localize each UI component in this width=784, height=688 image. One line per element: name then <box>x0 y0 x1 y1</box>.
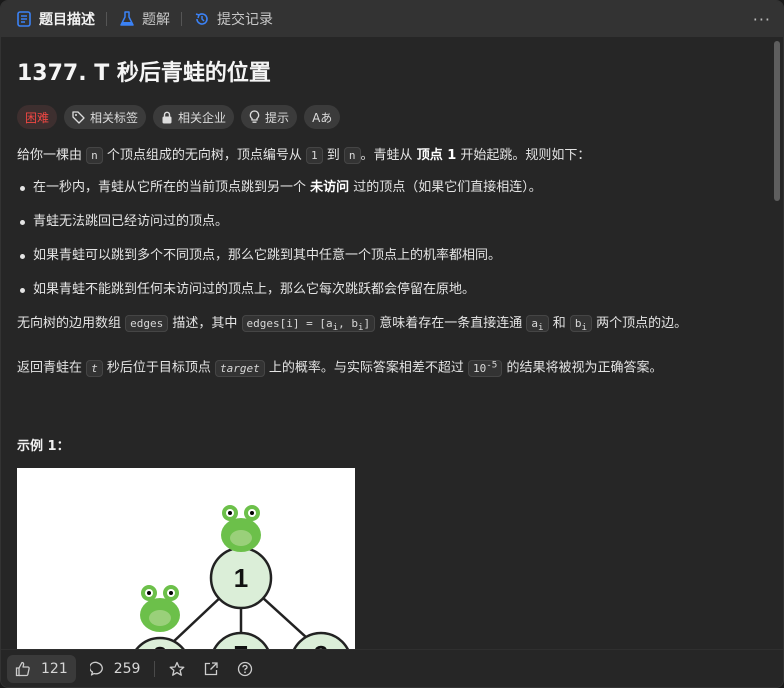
problem-content[interactable]: 1377. T 秒后青蛙的位置 困难 相关标签 相关企业 提示 Aあ 给你一棵由… <box>1 37 771 651</box>
desc-text: 个顶点组成的无向树，顶点编号从 <box>102 148 307 163</box>
rule-text: 在一秒内，青蛙从它所在的当前顶点跳到另一个 <box>33 180 311 195</box>
tab-submissions-label: 提交记录 <box>217 12 273 28</box>
share-icon[interactable] <box>203 661 219 677</box>
code-subscript: i <box>538 322 544 334</box>
desc-text: 秒后位于目标顶点 <box>102 360 216 376</box>
problem-panel: 题目描述 题解 提交记录 ··· 1377. T 秒后青蛙的位置 困难 相关标签… <box>0 0 784 688</box>
inline-code: n <box>86 147 103 164</box>
hint-button[interactable]: 提示 <box>241 105 298 129</box>
inline-code: target <box>215 359 265 377</box>
toolbar-divider <box>154 660 156 677</box>
example-title: 示例 1： <box>17 438 70 454</box>
frog-icon <box>221 504 261 552</box>
comment-icon <box>89 661 106 677</box>
desc-text: 。青蛙从 <box>360 148 417 163</box>
related-companies-label: 相关企业 <box>178 110 227 125</box>
thumbs-up-icon <box>15 661 31 677</box>
comment-count: 259 <box>113 660 141 677</box>
code-part: ] <box>363 317 371 330</box>
code-part: , b <box>338 317 359 330</box>
code-part: edges[i] = [a <box>246 317 333 330</box>
desc-text: 的结果将被视为正确答案。 <box>502 360 663 376</box>
desc-text: 返回青蛙在 <box>17 360 87 376</box>
lightbulb-icon <box>249 110 260 124</box>
code-italic: target <box>220 361 260 375</box>
desc-text: 上的概率。与实际答案相差不超过 <box>264 360 469 376</box>
description-paragraph-1: 给你一棵由 n 个顶点组成的无向树，顶点编号从 1 到 n 。青蛙从 顶点 1 开… <box>17 146 755 166</box>
rule-item: 青蛙无法跳回已经访问过的顶点。 <box>17 212 755 232</box>
star-icon[interactable] <box>169 661 185 677</box>
inline-code: edges[i] = [ai, bi] <box>241 315 376 333</box>
inline-code: edges <box>125 315 169 332</box>
desc-text: 和 <box>548 316 570 331</box>
desc-text: 意味着存在一条直接连通 <box>375 316 527 331</box>
example-tree-image: 1 2 7 3 <box>17 467 355 651</box>
rule-item: 在一秒内，青蛙从它所在的当前顶点跳到另一个 未访问 过的顶点（如果它们直接相连）… <box>17 178 755 198</box>
inline-code: n <box>343 147 361 164</box>
like-count: 121 <box>41 660 68 677</box>
help-icon[interactable] <box>237 661 253 677</box>
rule-text: 如果青蛙不能跳到任何未访问过的顶点上，那么它每次跳跃都会停留在原地。 <box>33 282 476 297</box>
problem-title: 1377. T 秒后青蛙的位置 <box>17 61 271 86</box>
rule-item: 如果青蛙可以跳到多个不同顶点，那么它跳到其中任意一个顶点上的机率都相同。 <box>17 246 755 266</box>
rule-text: 青蛙无法跳回已经访问过的顶点。 <box>33 214 229 229</box>
desc-text: 给你一棵由 <box>17 148 87 163</box>
desc-bold: 顶点 1 <box>416 148 457 163</box>
rule-text: 过的顶点（如果它们直接相连）。 <box>349 180 542 195</box>
desc-text: 描述，其中 <box>168 316 242 331</box>
desc-text: 无向树的边用数组 <box>17 316 126 331</box>
flask-icon <box>118 10 136 28</box>
tab-submissions[interactable]: 提交记录 <box>189 1 277 37</box>
related-tags-label: 相关标签 <box>90 110 139 125</box>
desc-text: 开始起跳。规则如下： <box>456 148 591 163</box>
desc-text: 到 <box>322 148 344 163</box>
inline-code: t <box>86 359 103 377</box>
inline-code: 1 <box>306 147 323 164</box>
inline-code: ai <box>526 315 549 334</box>
tab-divider <box>181 12 182 26</box>
history-icon <box>193 10 211 28</box>
rules-list: 在一秒内，青蛙从它所在的当前顶点跳到另一个 未访问 过的顶点（如果它们直接相连）… <box>17 178 755 300</box>
related-tags-button[interactable]: 相关标签 <box>64 105 147 129</box>
desc-text: 两个顶点的边。 <box>591 316 688 331</box>
code-superscript: -5 <box>486 359 498 371</box>
tab-description[interactable]: 题目描述 <box>11 1 99 37</box>
tree-diagram: 1 2 7 3 <box>133 504 350 651</box>
tab-description-label: 题目描述 <box>39 12 95 28</box>
description-paragraph-3: 返回青蛙在 t 秒后位于目标顶点 target 上的概率。与实际答案相差不超过 … <box>17 355 755 379</box>
tag-row: 困难 相关标签 相关企业 提示 Aあ <box>17 105 755 129</box>
like-button[interactable]: 121 <box>7 654 76 683</box>
code-subscript: i <box>581 322 587 334</box>
code-italic: t <box>91 361 98 375</box>
translate-button[interactable]: Aあ <box>304 105 341 129</box>
rule-bold: 未访问 <box>310 180 350 195</box>
description-paragraph-2: 无向树的边用数组 edges 描述，其中 edges[i] = [ai, bi]… <box>17 314 755 338</box>
bottom-toolbar: 121 259 <box>1 649 783 687</box>
tab-divider <box>106 12 107 26</box>
scrollbar-thumb[interactable] <box>774 41 780 201</box>
lock-icon <box>161 111 173 124</box>
inline-code: bi <box>569 315 592 334</box>
tab-solutions-label: 题解 <box>142 12 170 28</box>
document-icon <box>15 10 33 28</box>
frog-icon <box>140 584 180 632</box>
rule-text: 如果青蛙可以跳到多个不同顶点，那么它跳到其中任意一个顶点上的机率都相同。 <box>33 248 502 263</box>
inline-code: 10-5 <box>468 359 503 377</box>
code-part: 10 <box>473 361 487 375</box>
tag-icon <box>72 110 85 124</box>
translate-icon: Aあ <box>312 110 333 125</box>
tab-bar: 题目描述 题解 提交记录 ··· <box>1 1 783 37</box>
hint-label: 提示 <box>265 110 290 125</box>
related-companies-button[interactable]: 相关企业 <box>153 105 235 129</box>
rule-item: 如果青蛙不能跳到任何未访问过的顶点上，那么它每次跳跃都会停留在原地。 <box>17 280 755 300</box>
comments-button[interactable]: 259 <box>89 660 141 677</box>
difficulty-badge[interactable]: 困难 <box>17 105 58 129</box>
tree-node-label: 1 <box>234 563 248 593</box>
more-options-icon[interactable]: ··· <box>753 10 771 29</box>
tab-solutions[interactable]: 题解 <box>114 1 174 37</box>
